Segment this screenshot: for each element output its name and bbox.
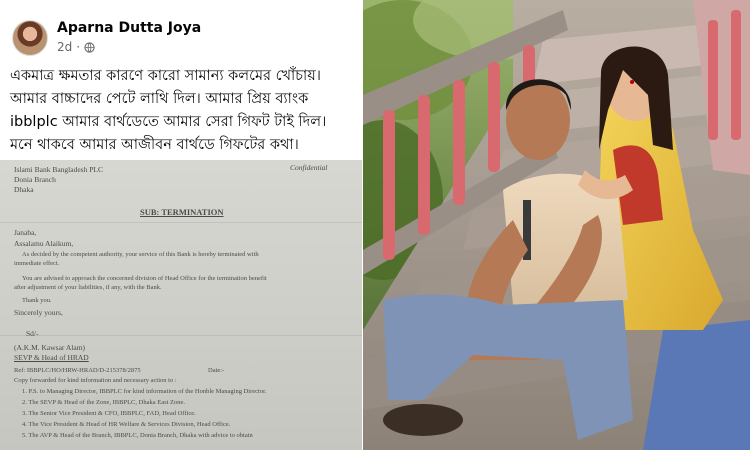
letter-body-line: immediate effect. (14, 260, 60, 267)
post-meta: 2d · (57, 40, 95, 54)
couple-photo[interactable] (363, 0, 750, 450)
post-text-line: ibblplc আমার বার্থডেতে আমার সেরা গিফট টা… (10, 114, 327, 130)
post-text-line: আমার বাচ্চাদের পেটে লাথি দিল। আমার প্রিয… (10, 91, 309, 107)
letter-ref: Ref: IBBPLC/HO/HRW-HRAD/D-215378/2875 (14, 367, 141, 374)
facebook-post: Aparna Dutta Joya 2d · একমাত্র ক্ষমতার ক… (0, 0, 363, 450)
letter-copy-item: 2. The SEVP & Head of the Zone, IBBPLC, … (22, 399, 186, 406)
paper-fold (0, 335, 363, 336)
letter-copy-header: Copy forwarded for kind information and … (14, 377, 177, 384)
letter-confidential: Confidential (290, 163, 328, 172)
letter-body-line: after adjustment of your liabilities, if… (14, 284, 162, 291)
letter-copy-item: 1. P.S. to Managing Director, IBBPLC for… (22, 388, 267, 395)
post-text-line: একমাত্র ক্ষমতার কারণে কারো সামান্য কলমের… (10, 68, 321, 84)
letter-org: Islami Bank Bangladesh PLC (14, 165, 103, 174)
post-text: একমাত্র ক্ষমতার কারণে কারো সামান্য কলমের… (10, 65, 355, 157)
letter-designation: SEVP & Head of HRAD (14, 353, 89, 362)
letter-subject: SUB: TERMINATION (140, 207, 224, 217)
letter-greeting: Assalamu Alaikum, (14, 239, 74, 248)
letter-copy-item: 3. The Senior Vice President & CFO, IBBP… (22, 410, 196, 417)
letter-copy-item: 5. The AVP & Head of the Branch, IBBPLC,… (22, 432, 253, 439)
letter-closing: Sincerely yours, (14, 308, 63, 317)
letter-city: Dhaka (14, 185, 34, 194)
couple-photo-illustration (363, 0, 750, 450)
letter-body-line: You are advised to approach the concerne… (22, 275, 267, 282)
post-time[interactable]: 2d (57, 40, 72, 54)
letter-ref-date: Date:- (208, 367, 225, 374)
letter-sd: Sd/- (26, 329, 39, 338)
letter-branch: Donia Branch (14, 175, 56, 184)
letter-salutation: Janaba, (14, 228, 37, 237)
author-name[interactable]: Aparna Dutta Joya (57, 20, 201, 36)
paper-fold (0, 222, 363, 223)
letter-signatory: (A.K.M. Kawsar Alam) (14, 343, 86, 352)
letter-body-line: As decided by the competent authority, y… (22, 251, 259, 258)
termination-letter-photo[interactable]: Islami Bank Bangladesh PLC Confidential … (0, 160, 363, 450)
letter-thanks: Thank you. (22, 297, 52, 304)
letter-copy-item: 4. The Vice President & Head of HR Welfa… (22, 421, 231, 428)
post-header: Aparna Dutta Joya 2d · (10, 16, 350, 60)
post-text-line: মনে থাকবে আমার আজীবন বার্থডে গিফটের কথা। (10, 137, 299, 153)
author-avatar[interactable] (12, 20, 48, 56)
globe-icon[interactable] (84, 41, 95, 53)
meta-separator: · (76, 40, 81, 54)
